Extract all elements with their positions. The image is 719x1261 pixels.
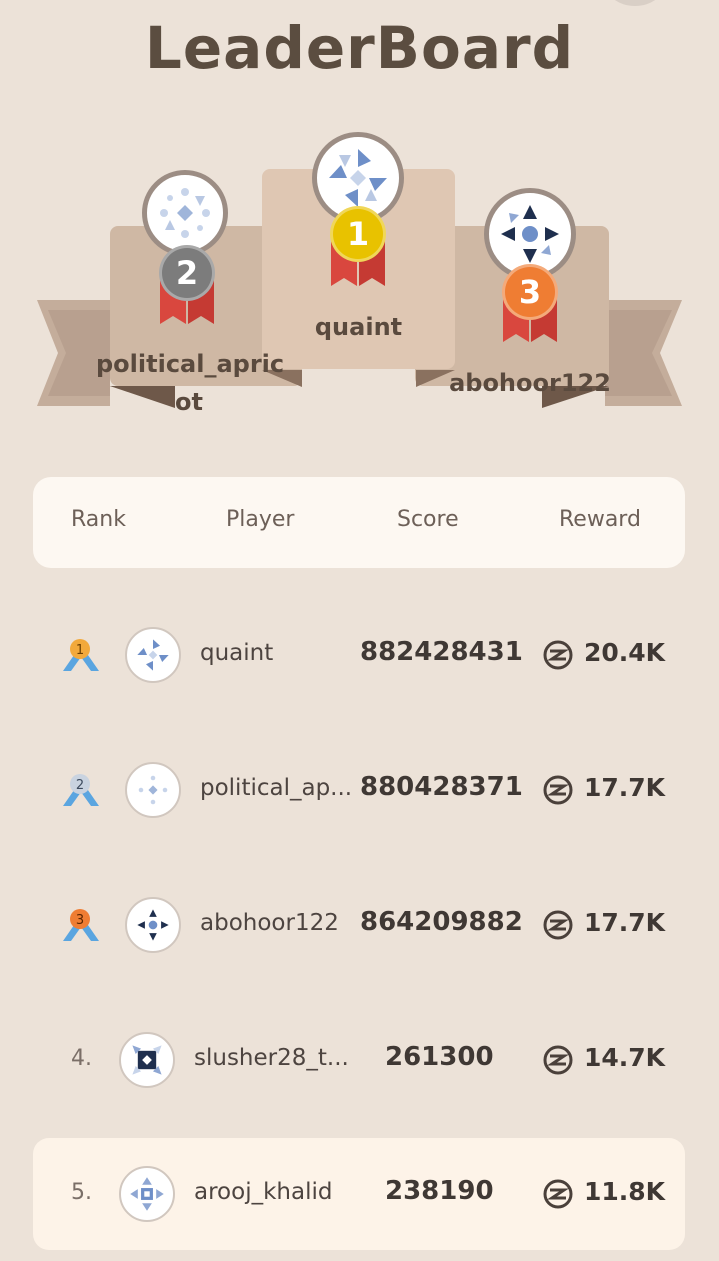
- third-place-medal: 3: [502, 264, 558, 320]
- page-title: LeaderBoard: [144, 14, 575, 82]
- gold-rank-icon: 1: [63, 639, 99, 671]
- bronze-rank-icon: 3: [63, 909, 99, 941]
- second-place-avatar[interactable]: [142, 170, 228, 256]
- table-row[interactable]: 4. slusher28_t... 261300 14.7K: [33, 1004, 685, 1116]
- player-name: political_ap...: [200, 775, 353, 801]
- avatar-pattern-icon: [501, 205, 559, 263]
- column-rank: Rank: [71, 507, 126, 532]
- column-reward: Reward: [559, 507, 641, 532]
- reward-coin-icon: [543, 775, 573, 805]
- avatar-pattern-icon: [137, 639, 169, 671]
- table-row[interactable]: 1 quaint 882428431 20.4K: [33, 599, 685, 711]
- avatar-pattern-icon: [132, 1045, 162, 1075]
- table-row-current-user[interactable]: 5. arooj_khalid 238190 11.8K: [33, 1138, 685, 1250]
- avatar[interactable]: [119, 1032, 175, 1088]
- player-score: 261300: [385, 1042, 494, 1072]
- table-row[interactable]: 2 political_ap... 880428371 17.7K: [33, 734, 685, 846]
- svg-text:3: 3: [76, 913, 84, 928]
- silver-rank-icon: 2: [63, 774, 99, 806]
- reward-coin-icon: [543, 1179, 573, 1209]
- player-name: abohoor122: [200, 910, 339, 936]
- player-reward: 14.7K: [584, 1043, 666, 1072]
- player-score: 880428371: [360, 772, 523, 802]
- profile-avatar-partial[interactable]: [604, 0, 666, 6]
- player-name: slusher28_t...: [194, 1045, 349, 1071]
- reward-coin-icon: [543, 1045, 573, 1075]
- player-reward: 17.7K: [584, 908, 666, 937]
- second-place-name-line2: ot: [175, 388, 203, 416]
- player-score: 882428431: [360, 637, 523, 667]
- avatar[interactable]: [125, 897, 181, 953]
- svg-text:1: 1: [76, 643, 84, 658]
- third-place-name: abohoor122: [449, 369, 611, 397]
- table-header: Rank Player Score Reward: [33, 477, 685, 568]
- table-row[interactable]: 3 abohoor122 864209882 17.7K: [33, 869, 685, 981]
- player-reward: 20.4K: [584, 638, 666, 667]
- reward-coin-icon: [543, 910, 573, 940]
- first-place-medal: 1: [330, 206, 386, 262]
- avatar[interactable]: [125, 627, 181, 683]
- player-reward: 17.7K: [584, 773, 666, 802]
- player-score: 864209882: [360, 907, 523, 937]
- avatar-pattern-icon: [329, 149, 387, 207]
- avatar-pattern-icon: [130, 1177, 164, 1211]
- player-name: arooj_khalid: [194, 1179, 333, 1205]
- avatar-pattern-icon: [138, 775, 168, 805]
- rank-number: 4.: [71, 1046, 92, 1071]
- player-reward: 11.8K: [584, 1177, 666, 1206]
- second-place-name-line1: political_apric: [96, 350, 285, 378]
- svg-text:2: 2: [76, 778, 84, 793]
- second-place-medal: 2: [159, 245, 215, 301]
- column-player: Player: [226, 507, 295, 532]
- player-score: 238190: [385, 1176, 494, 1206]
- second-place-name: political_apric ot: [96, 345, 285, 421]
- first-place-name: quaint: [314, 313, 403, 341]
- reward-coin-icon: [543, 640, 573, 670]
- avatar-pattern-icon: [137, 909, 169, 941]
- avatar[interactable]: [125, 762, 181, 818]
- player-name: quaint: [200, 640, 274, 666]
- column-score: Score: [397, 507, 459, 532]
- avatar[interactable]: [119, 1166, 175, 1222]
- rank-number: 5.: [71, 1180, 92, 1205]
- podium: 2 political_apric ot 1 quaint 3 abohoor1…: [0, 120, 719, 440]
- avatar-pattern-icon: [160, 188, 210, 238]
